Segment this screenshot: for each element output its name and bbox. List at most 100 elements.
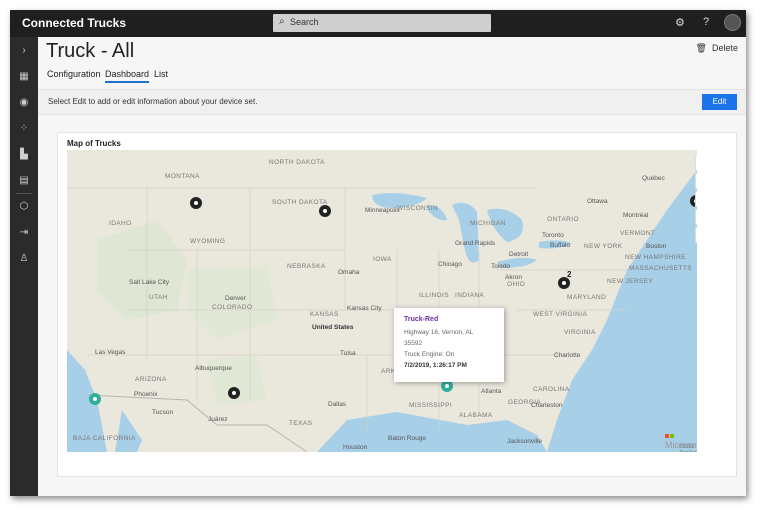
label-idaho: IDAHO — [109, 220, 132, 227]
label-toledo: Toledo — [491, 263, 511, 270]
label-kansas-city: Kansas City — [347, 305, 382, 312]
label-mississippi: MISSISSIPPI — [409, 402, 453, 409]
label-maryland: MARYLAND — [567, 294, 607, 301]
label-colorado: COLORADO — [212, 304, 253, 311]
label-alabama: ALABAMA — [459, 412, 493, 419]
label-albuquerque: Albuquerque — [195, 365, 232, 372]
label-michigan: MICHIGAN — [470, 220, 506, 227]
apps-icon[interactable]: ⁘ — [18, 123, 30, 135]
dashboard-icon[interactable]: ▦ — [18, 71, 30, 83]
help-icon[interactable]: ? — [703, 16, 709, 28]
templates-icon[interactable]: ⬡ — [18, 201, 30, 213]
label-minneapolis: Minneapolis — [365, 207, 400, 214]
label-kansas: KANSAS — [310, 311, 339, 318]
label-juarez: Juárez — [208, 416, 228, 423]
sidebar-divider — [16, 193, 32, 194]
search-icon: ⌕ — [279, 16, 285, 27]
devices-icon[interactable]: ◉ — [18, 97, 30, 109]
label-new-york: NEW YORK — [584, 243, 623, 250]
trash-icon: 🗑 — [695, 43, 707, 53]
search-input[interactable]: ⌕ Search — [273, 14, 491, 32]
edit-button[interactable]: Edit — [702, 94, 737, 110]
popup-engine: Truck Engine: On — [404, 351, 455, 358]
info-bar: Select Edit to add or edit information a… — [38, 89, 746, 115]
label-vermont: VERMONT — [620, 230, 656, 237]
label-ohio: OHIO — [507, 281, 526, 288]
sidebar: › ▦ ◉ ⁘ ▙ ▤ ⬡ ⇥ ♙ — [10, 37, 38, 496]
truck-pin[interactable] — [190, 197, 202, 209]
truck-pin[interactable] — [319, 205, 331, 217]
truck-popup: Truck-Red Highway 16, Vernon, AL 35592 T… — [394, 308, 504, 382]
label-boston: Boston — [646, 243, 667, 250]
map-controls: + − ↑ ◐ ⛶ — [695, 155, 697, 245]
map[interactable]: MONTANA NORTH DAKOTA SOUTH DAKOTA IDAHO … — [67, 150, 697, 452]
label-salt-lake-city: Salt Lake City — [129, 279, 170, 286]
label-north-dakota: NORTH DAKOTA — [269, 159, 325, 166]
truck-pin-teal[interactable] — [89, 393, 101, 405]
map-background — [67, 150, 697, 452]
label-detroit: Detroit — [509, 251, 529, 258]
label-utah: UTAH — [149, 294, 168, 301]
label-denver: Denver — [225, 295, 246, 302]
label-ottawa: Ottawa — [587, 198, 608, 205]
label-phoenix: Phoenix — [134, 391, 158, 398]
map-card-title: Map of Trucks — [67, 139, 121, 148]
label-massachusetts: MASSACHUSETTS — [629, 265, 692, 272]
app-window: Connected Trucks ⌕ Search ⚙ ? › ▦ ◉ ⁘ ▙ … — [10, 10, 746, 496]
label-atlanta: Atlanta — [481, 388, 502, 395]
zoom-out-button[interactable]: − — [695, 173, 697, 189]
popup-date: 7/2/2019, 1:26:17 PM — [404, 362, 467, 369]
delete-label: Delete — [711, 43, 738, 53]
top-bar: Connected Trucks ⌕ Search ⚙ ? — [10, 10, 746, 37]
label-buffalo: Buffalo — [550, 242, 571, 249]
delete-button[interactable]: 🗑 Delete — [696, 43, 738, 54]
export-icon[interactable]: ⇥ — [18, 227, 30, 239]
label-baton-rouge: Baton Rouge — [388, 435, 426, 442]
label-las-vegas: Las Vegas — [95, 349, 126, 356]
info-text: Select Edit to add or edit information a… — [48, 97, 258, 106]
label-nebraska: NEBRASKA — [287, 263, 326, 270]
gear-icon[interactable]: ⚙ — [675, 16, 685, 29]
compass-icon[interactable]: ↑ — [695, 191, 697, 207]
label-indiana: INDIANA — [455, 292, 485, 299]
admin-icon[interactable]: ♙ — [18, 253, 30, 265]
tab-dashboard[interactable]: Dashboard — [105, 69, 150, 83]
label-arizona: ARIZONA — [135, 376, 167, 383]
label-new-hampshire: NEW HAMPSHIRE — [625, 254, 686, 261]
fullscreen-icon[interactable]: ⛶ — [695, 227, 697, 243]
popup-zip: 35592 — [404, 340, 423, 347]
label-quebec: Québec — [642, 175, 665, 182]
tab-list[interactable]: List — [154, 69, 168, 79]
zoom-in-button[interactable]: + — [695, 155, 697, 171]
label-wyoming: WYOMING — [190, 238, 226, 245]
jobs-icon[interactable]: ▤ — [18, 175, 30, 187]
search-placeholder: Search — [290, 17, 319, 27]
expand-icon[interactable]: › — [18, 45, 30, 57]
label-toronto: Toronto — [542, 232, 564, 239]
label-akron: Akron — [505, 274, 522, 281]
label-baja: BAJA CALIFORNIA — [73, 435, 136, 442]
label-houston: Houston — [343, 444, 368, 451]
popup-title[interactable]: Truck-Red — [404, 316, 438, 323]
label-tucson: Tucson — [152, 409, 174, 416]
label-wisconsin: WISCONSIN — [397, 205, 439, 212]
label-west-virginia: WEST VIRGINIA — [533, 311, 588, 318]
page-title: Truck - All — [46, 40, 135, 62]
label-carolina: CAROLINA — [533, 386, 570, 393]
label-new-jersey: NEW JERSEY — [607, 278, 654, 285]
label-illinois: ILLINOIS — [419, 292, 449, 299]
tab-configuration[interactable]: Configuration — [47, 69, 101, 79]
popup-address: Highway 16, Vernon, AL — [404, 329, 474, 336]
label-dallas: Dallas — [328, 401, 347, 408]
analytics-icon[interactable]: ▙ — [18, 149, 30, 161]
label-iowa: IOWA — [373, 256, 392, 263]
label-omaha: Omaha — [338, 269, 360, 276]
label-texas: TEXAS — [289, 420, 313, 427]
label-ontario: ONTARIO — [547, 216, 579, 223]
app-title: Connected Trucks — [22, 16, 127, 30]
avatar[interactable] — [724, 14, 741, 31]
label-montana: MONTANA — [165, 173, 200, 180]
truck-pin[interactable] — [228, 387, 240, 399]
label-chicago: Chicago — [438, 261, 462, 268]
pitch-icon[interactable]: ◐ — [695, 209, 697, 225]
